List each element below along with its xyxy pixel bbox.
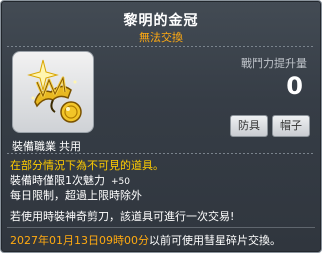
divider: [7, 227, 315, 228]
expiry-date: 2027年01月13日09時00分: [10, 234, 149, 247]
divider: [7, 46, 315, 47]
charm-bonus-line: 裝備時僅限1次魅力 +50: [10, 172, 130, 188]
expiry-text: 以前可使用彗星碎片交換。: [148, 234, 281, 247]
job-value: 共用: [59, 140, 81, 153]
divider: [7, 153, 315, 154]
job-label: 裝備職業: [12, 140, 56, 153]
item-name: 黎明的金冠: [123, 13, 199, 29]
charm-bonus-text: 裝備時僅限1次魅力: [10, 174, 105, 187]
item-tooltip: 黎明的金冠 無法交換 裝備職業 共用 戰鬥力提升量 0 防具 帽子 在部分情況下…: [0, 0, 322, 253]
power-value: 0: [286, 72, 303, 100]
invisible-item-note: 在部分情況下為不可見的道具。: [10, 159, 164, 172]
category-tag-hat: 帽子: [272, 115, 310, 137]
power-label: 戰鬥力提升量: [241, 57, 307, 70]
category-tag-armor: 防具: [230, 115, 268, 137]
expiry-line: 2027年01月13日09時00分以前可使用彗星碎片交換。: [10, 232, 281, 248]
charm-bonus-value: +50: [111, 177, 130, 187]
daily-limit-note: 每日限制，超過上限時除外: [10, 189, 142, 202]
scissors-note: 若使用時裝神奇剪刀，該道具可進行一次交易!: [10, 210, 235, 223]
golden-crown-icon: [27, 59, 82, 123]
trade-status: 無法交換: [139, 31, 183, 44]
item-icon-frame: [12, 51, 94, 133]
